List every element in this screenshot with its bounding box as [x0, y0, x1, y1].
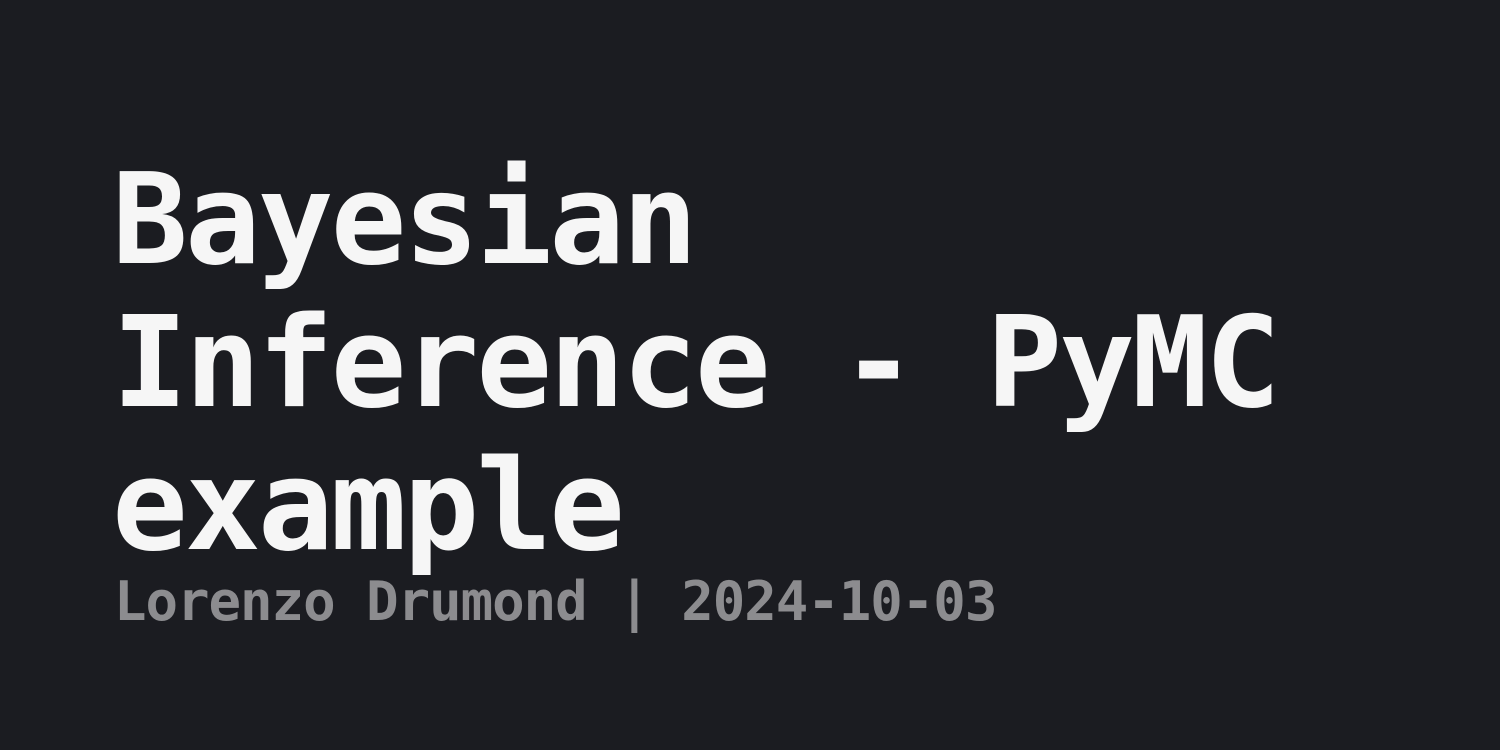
- post-title-line-2: Inference - PyMC: [112, 289, 1281, 436]
- byline-separator: |: [586, 570, 682, 633]
- byline: Lorenzo Drumond | 2024-10-03: [114, 570, 997, 634]
- post-title-line-1: Bayesian: [112, 146, 698, 293]
- social-card: Bayesian Inference - PyMC example Lorenz…: [0, 0, 1500, 750]
- post-title-line-3: example: [112, 432, 625, 579]
- author-name: Lorenzo Drumond: [114, 570, 588, 633]
- post-title: Bayesian Inference - PyMC example: [112, 148, 1452, 577]
- publish-date: 2024-10-03: [681, 570, 997, 633]
